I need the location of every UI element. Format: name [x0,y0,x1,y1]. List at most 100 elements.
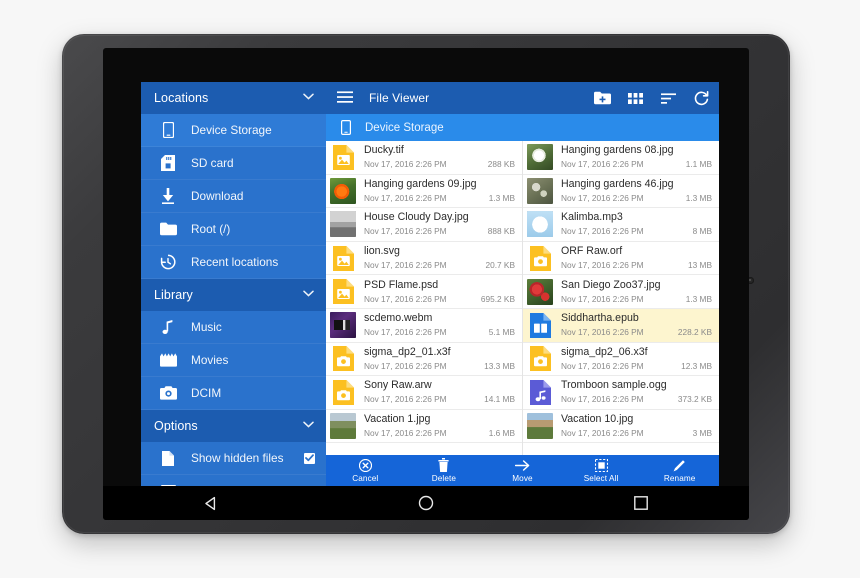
file-subline: Nov 17, 2016 2:26 PM 1.1 MB [561,158,712,170]
file-name: lion.svg [364,245,400,258]
table-row[interactable]: Ducky.tif Nov 17, 2016 2:26 PM 288 KB [326,141,522,175]
new-folder-icon[interactable] [594,90,611,107]
file-meta: Kalimba.mp3 Nov 17, 2016 2:26 PM 8 MB [561,211,712,237]
table-row[interactable]: PSD Flame.psd Nov 17, 2016 2:26 PM 695.2… [326,275,522,309]
phone-icon [159,121,177,139]
chevron-down-icon[interactable] [303,289,314,300]
delete-button[interactable]: Delete [405,458,484,484]
chevron-down-icon[interactable] [303,420,314,431]
file-list-grid[interactable]: Ducky.tif Nov 17, 2016 2:26 PM 288 KB Ha… [326,141,719,455]
table-row-selected[interactable]: Siddhartha.epub Nov 17, 2016 2:26 PM 228… [523,308,719,343]
file-column-left: Ducky.tif Nov 17, 2016 2:26 PM 288 KB Ha… [326,141,523,455]
file-size: 228.2 KB [677,327,712,338]
file-date: Nov 17, 2016 2:26 PM [561,428,644,439]
drawer-group-header-locations[interactable]: Locations [141,82,326,114]
image-file-icon [330,144,356,170]
refresh-icon[interactable] [693,90,710,107]
file-name: Siddhartha.epub [561,312,639,325]
drawer-group-header-library[interactable]: Library [141,279,326,311]
sidebar-item-label: Device Storage [191,123,272,137]
raw-file-icon [330,379,356,405]
sidebar-item-show-hidden-files[interactable]: Show hidden files [141,442,326,475]
sidebar-item-device-storage[interactable]: Device Storage [141,114,326,147]
camera-icon [159,384,177,402]
file-size: 1.3 MB [488,192,515,203]
file-icon [159,449,177,467]
table-row[interactable]: lion.svg Nov 17, 2016 2:26 PM 20.7 KB [326,241,522,276]
grid-view-icon[interactable] [627,90,644,107]
file-subline: Nov 17, 2016 2:26 PM 12.3 MB [561,360,712,372]
file-date: Nov 17, 2016 2:26 PM [561,293,644,304]
file-date: Nov 17, 2016 2:26 PM [364,428,447,439]
file-thumbnail [330,312,356,339]
file-name: San Diego Zoo37.jpg [561,278,661,291]
navigation-drawer[interactable]: Locations Device Storage SD card Downloa… [141,82,326,486]
sidebar-item-recent-locations[interactable]: Recent locations [141,246,326,279]
move-button[interactable]: Move [483,458,562,484]
file-subline: Nov 17, 2016 2:26 PM 13.3 MB [364,360,515,372]
chevron-down-icon[interactable] [303,92,314,103]
file-name: Hanging gardens 08.jpg [561,144,674,157]
drawer-group-title: Library [154,288,193,302]
file-size: 1.6 MB [488,428,515,439]
table-row[interactable]: sigma_dp2_01.x3f Nov 17, 2016 2:26 PM 13… [326,342,522,377]
sort-icon[interactable] [660,90,677,107]
table-row[interactable]: sigma_dp2_06.x3f Nov 17, 2016 2:26 PM 12… [523,342,719,377]
table-row[interactable]: San Diego Zoo37.jpg Nov 17, 2016 2:26 PM… [523,275,719,309]
table-row[interactable]: Kalimba.mp3 Nov 17, 2016 2:26 PM 8 MB [523,208,719,242]
tablet-screen: Locations Device Storage SD card Downloa… [103,48,749,520]
table-row[interactable]: House Cloudy Day.jpg Nov 17, 2016 2:26 P… [326,208,522,242]
cancel-button[interactable]: Cancel [326,458,405,484]
table-row[interactable]: Hanging gardens 46.jpg Nov 17, 2016 2:26… [523,174,719,209]
table-row[interactable]: Tromboon sample.ogg Nov 17, 2016 2:26 PM… [523,376,719,410]
sidebar-item-dcim[interactable]: DCIM [141,377,326,410]
table-row[interactable]: Vacation 10.jpg Nov 17, 2016 2:26 PM 3 M… [523,409,719,444]
show-hidden-files-checkbox[interactable] [304,452,315,464]
table-row[interactable]: scdemo.webm Nov 17, 2016 2:26 PM 5.1 MB [326,308,522,343]
file-thumbnail [527,177,553,204]
action-label: Rename [663,473,696,483]
table-row[interactable]: Hanging gardens 08.jpg Nov 17, 2016 2:26… [523,141,719,175]
sidebar-item-show-thumbnails[interactable]: Show thumbnails [141,475,326,486]
file-meta: Vacation 10.jpg Nov 17, 2016 2:26 PM 3 M… [561,413,712,439]
file-subline: Nov 17, 2016 2:26 PM 1.3 MB [561,293,712,305]
hamburger-icon[interactable] [337,90,353,106]
sidebar-item-music[interactable]: Music [141,311,326,344]
file-thumbnail [527,144,553,171]
table-row[interactable]: Vacation 1.jpg Nov 17, 2016 2:26 PM 1.6 … [326,409,522,444]
action-label: Select All [583,473,619,483]
table-row[interactable]: Sony Raw.arw Nov 17, 2016 2:26 PM 14.1 M… [326,376,522,410]
file-size: 1.1 MB [685,159,712,170]
sidebar-item-movies[interactable]: Movies [141,344,326,377]
file-size: 695.2 KB [480,293,515,304]
sidebar-item-download[interactable]: Download [141,180,326,213]
drawer-group-header-options[interactable]: Options [141,410,326,442]
trash-icon [438,458,449,473]
file-meta: lion.svg Nov 17, 2016 2:26 PM 20.7 KB [364,245,515,271]
file-date: Nov 17, 2016 2:26 PM [561,260,644,271]
home-button[interactable] [396,486,456,520]
file-date: Nov 17, 2016 2:26 PM [561,192,644,203]
sd-card-icon [159,154,177,172]
recents-button[interactable] [611,486,671,520]
table-row[interactable]: ORF Raw.orf Nov 17, 2016 2:26 PM 13 MB [523,241,719,276]
file-thumbnail [330,413,356,440]
app-title: File Viewer [369,91,430,105]
file-meta: Ducky.tif Nov 17, 2016 2:26 PM 288 KB [364,144,515,170]
file-meta: House Cloudy Day.jpg Nov 17, 2016 2:26 P… [364,211,515,237]
content-area: File Viewer Device Storage Ducky.tif Nov… [326,82,719,486]
breadcrumb[interactable]: Device Storage [326,114,719,141]
select-all-button[interactable]: Select All [562,458,641,484]
back-button[interactable] [181,486,241,520]
sidebar-item-root[interactable]: Root (/) [141,213,326,246]
sidebar-item-sd-card[interactable]: SD card [141,147,326,180]
file-subline: Nov 17, 2016 2:26 PM 695.2 KB [364,293,515,305]
sidebar-item-label: Show hidden files [191,451,284,465]
select-all-icon [594,458,608,473]
file-name: sigma_dp2_06.x3f [561,345,648,358]
rename-button[interactable]: Rename [640,458,719,484]
file-subline: Nov 17, 2016 2:26 PM 20.7 KB [364,259,515,271]
file-meta: Vacation 1.jpg Nov 17, 2016 2:26 PM 1.6 … [364,413,515,439]
table-row[interactable]: Hanging gardens 09.jpg Nov 17, 2016 2:26… [326,174,522,209]
file-subline: Nov 17, 2016 2:26 PM 373.2 KB [561,393,712,405]
